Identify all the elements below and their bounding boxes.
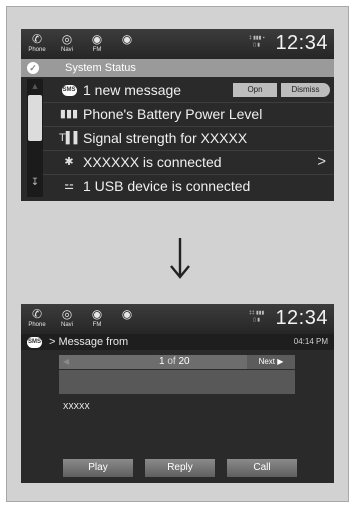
play-button[interactable]: Play	[63, 459, 133, 477]
scrollbar[interactable]: ▲ ↧	[27, 79, 43, 197]
message-time: 04:14 PM	[293, 337, 328, 346]
signal-icon: T▌▌	[59, 132, 82, 144]
phone-icon: ✆	[31, 32, 43, 46]
phone-button[interactable]: ✆ Phone	[25, 31, 49, 57]
radio-icon: ◉	[91, 307, 103, 321]
compass-icon: ◎	[61, 307, 73, 321]
battery-icon: ▮▮▮	[59, 108, 79, 120]
sms-icon: SMS	[59, 78, 79, 102]
prev-button[interactable]: ◀	[63, 355, 69, 369]
call-button[interactable]: Call	[227, 459, 297, 477]
top-bar: ✆ Phone ◎ Navi ◉ FM ◉ ‡‡ ▮▮▮ ▯ ▮ 12:34	[21, 304, 334, 334]
fm-button[interactable]: ◉ FM	[85, 31, 109, 57]
status-indicators: ‡‡ ▮▮▮ ▯ ▮	[249, 310, 265, 323]
open-button[interactable]: Opn	[233, 83, 277, 97]
radio-icon: ◉	[91, 32, 103, 46]
check-icon: ✓	[27, 62, 39, 74]
app-button[interactable]: ◉	[115, 31, 139, 57]
phone-icon: ✆	[31, 307, 43, 321]
down-arrow-icon	[170, 238, 190, 279]
sender-name: XXXXX	[63, 402, 90, 411]
audio-source-icon: ◉	[121, 307, 133, 321]
notification-battery[interactable]: ▮▮▮ Phone's Battery Power Level	[43, 102, 334, 127]
system-status-bar[interactable]: ✓ System Status	[21, 59, 334, 77]
page-count: 1 of 20	[159, 356, 190, 367]
notification-usb[interactable]: ⚍ 1 USB device is connected	[43, 174, 334, 198]
message-header: SMS > Message from 04:14 PM	[21, 334, 334, 350]
reply-button[interactable]: Reply	[145, 459, 215, 477]
usb-icon: ⚍	[64, 180, 74, 192]
clock: 12:34	[275, 32, 328, 54]
message-pager: ◀ 1 of 20 Next ▶	[59, 355, 295, 369]
navi-button[interactable]: ◎ Navi	[55, 31, 79, 57]
dismiss-button[interactable]: Dismiss	[281, 83, 330, 97]
scroll-thumb[interactable]	[28, 95, 42, 141]
clock: 12:34	[275, 307, 328, 329]
bluetooth-icon: ✱	[64, 156, 74, 168]
notification-signal[interactable]: T▌▌ Signal strength for XXXXX	[43, 126, 334, 151]
chevron-right-icon: >	[317, 153, 326, 170]
top-bar: ✆ Phone ◎ Navi ◉ FM ◉ ‡ ▮▮▮ ▪ ▯ ▮ 12:34	[21, 29, 334, 59]
navi-button[interactable]: ◎ Navi	[55, 306, 79, 332]
compass-icon: ◎	[61, 32, 73, 46]
fm-button[interactable]: ◉ FM	[85, 306, 109, 332]
app-button[interactable]: ◉	[115, 306, 139, 332]
next-button[interactable]: Next ▶	[247, 355, 295, 369]
scroll-down-icon[interactable]: ↧	[27, 177, 43, 188]
screen-message: ✆ Phone ◎ Navi ◉ FM ◉ ‡‡ ▮▮▮ ▯ ▮ 12:34 S…	[21, 304, 334, 483]
audio-source-icon: ◉	[121, 32, 133, 46]
notification-bluetooth[interactable]: ✱ XXXXXX is connected >	[43, 150, 334, 175]
message-body	[59, 370, 295, 394]
scroll-up-icon[interactable]: ▲	[27, 81, 43, 91]
phone-button[interactable]: ✆ Phone	[25, 306, 49, 332]
notification-new-message[interactable]: SMS 1 new message Opn Dismiss	[43, 78, 334, 103]
status-indicators: ‡ ▮▮▮ ▪ ▯ ▮	[249, 35, 265, 48]
screen-system-status: ✆ Phone ◎ Navi ◉ FM ◉ ‡ ▮▮▮ ▪ ▯ ▮ 12:34 …	[21, 29, 334, 201]
sms-icon: SMS	[27, 337, 42, 348]
